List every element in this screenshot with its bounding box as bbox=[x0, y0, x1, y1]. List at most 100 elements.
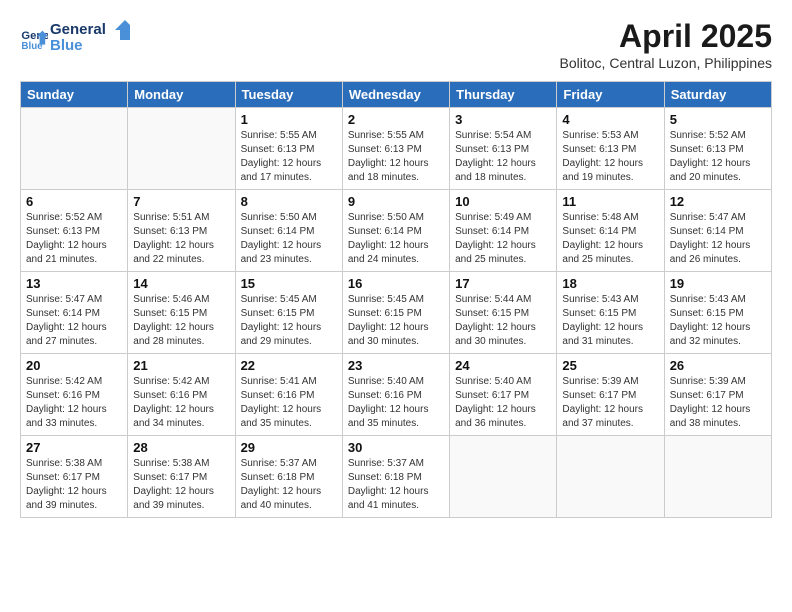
day-info: Sunrise: 5:51 AM Sunset: 6:13 PM Dayligh… bbox=[133, 211, 229, 267]
day-info: Sunrise: 5:45 AM Sunset: 6:15 PM Dayligh… bbox=[241, 293, 337, 349]
header-monday: Monday bbox=[128, 82, 235, 108]
day-number: 20 bbox=[26, 358, 122, 373]
table-row: 22 Sunrise: 5:41 AM Sunset: 6:16 PM Dayli… bbox=[235, 354, 342, 436]
day-number: 13 bbox=[26, 276, 122, 291]
table-row: 9Sunrise: 5:50 AM Sunset: 6:14 PM Daylig… bbox=[342, 190, 449, 272]
day-info: Sunrise: 5:39 AM Sunset: 6:17 PM Dayligh… bbox=[670, 375, 766, 431]
day-number: 22 bbox=[241, 358, 337, 373]
day-number: 23 bbox=[348, 358, 444, 373]
table-row: 23 Sunrise: 5:40 AM Sunset: 6:16 PM Dayli… bbox=[342, 354, 449, 436]
day-number: 4 bbox=[562, 112, 658, 127]
header-friday: Friday bbox=[557, 82, 664, 108]
logo-svg: General Blue bbox=[50, 18, 130, 54]
table-row: 6Sunrise: 5:52 AM Sunset: 6:13 PM Daylig… bbox=[21, 190, 128, 272]
logo: General Blue General Blue bbox=[20, 18, 130, 59]
day-info: Sunrise: 5:55 AM Sunset: 6:13 PM Dayligh… bbox=[348, 129, 444, 185]
table-row: 28 Sunrise: 5:38 AM Sunset: 6:17 PM Dayli… bbox=[128, 436, 235, 518]
day-number: 15 bbox=[241, 276, 337, 291]
day-number: 10 bbox=[455, 194, 551, 209]
day-info: Sunrise: 5:37 AM Sunset: 6:18 PM Dayligh… bbox=[241, 457, 337, 513]
day-info: Sunrise: 5:44 AM Sunset: 6:15 PM Dayligh… bbox=[455, 293, 551, 349]
header-thursday: Thursday bbox=[450, 82, 557, 108]
title-area: April 2025 Bolitoc, Central Luzon, Phili… bbox=[560, 18, 772, 71]
table-row: 12 Sunrise: 5:47 AM Sunset: 6:14 PM Dayli… bbox=[664, 190, 771, 272]
table-row: 8 Sunrise: 5:50 AM Sunset: 6:14 PM Daylig… bbox=[235, 190, 342, 272]
table-row bbox=[664, 436, 771, 518]
day-number: 17 bbox=[455, 276, 551, 291]
day-info: Sunrise: 5:45 AM Sunset: 6:15 PM Dayligh… bbox=[348, 293, 444, 349]
table-row: 16 Sunrise: 5:45 AM Sunset: 6:15 PM Dayli… bbox=[342, 272, 449, 354]
calendar-table: Sunday Monday Tuesday Wednesday Thursday… bbox=[20, 81, 772, 518]
table-row: 14 Sunrise: 5:46 AM Sunset: 6:15 PM Dayli… bbox=[128, 272, 235, 354]
day-info: Sunrise: 5:50 AM Sunset: 6:14 PM Dayligh… bbox=[241, 211, 337, 267]
day-info: Sunrise: 5:52 AM Sunset: 6:13 PM Dayligh… bbox=[670, 129, 766, 185]
day-number: 30 bbox=[348, 440, 444, 455]
day-info: Sunrise: 5:55 AM Sunset: 6:13 PM Dayligh… bbox=[241, 129, 337, 185]
day-number: 26 bbox=[670, 358, 766, 373]
day-info: Sunrise: 5:38 AM Sunset: 6:17 PM Dayligh… bbox=[26, 457, 122, 513]
calendar-week-row: 13 Sunrise: 5:47 AM Sunset: 6:14 PM Dayli… bbox=[21, 272, 772, 354]
day-info: Sunrise: 5:47 AM Sunset: 6:14 PM Dayligh… bbox=[670, 211, 766, 267]
calendar-week-row: 6Sunrise: 5:52 AM Sunset: 6:13 PM Daylig… bbox=[21, 190, 772, 272]
header-saturday: Saturday bbox=[664, 82, 771, 108]
day-number: 12 bbox=[670, 194, 766, 209]
day-info: Sunrise: 5:46 AM Sunset: 6:15 PM Dayligh… bbox=[133, 293, 229, 349]
table-row: 20 Sunrise: 5:42 AM Sunset: 6:16 PM Dayli… bbox=[21, 354, 128, 436]
table-row: 29 Sunrise: 5:37 AM Sunset: 6:18 PM Dayli… bbox=[235, 436, 342, 518]
calendar-week-row: 27 Sunrise: 5:38 AM Sunset: 6:17 PM Dayli… bbox=[21, 436, 772, 518]
day-info: Sunrise: 5:48 AM Sunset: 6:14 PM Dayligh… bbox=[562, 211, 658, 267]
day-info: Sunrise: 5:39 AM Sunset: 6:17 PM Dayligh… bbox=[562, 375, 658, 431]
table-row: 30 Sunrise: 5:37 AM Sunset: 6:18 PM Dayli… bbox=[342, 436, 449, 518]
day-info: Sunrise: 5:43 AM Sunset: 6:15 PM Dayligh… bbox=[562, 293, 658, 349]
table-row: 3 Sunrise: 5:54 AM Sunset: 6:13 PM Daylig… bbox=[450, 108, 557, 190]
calendar-week-row: 20 Sunrise: 5:42 AM Sunset: 6:16 PM Dayli… bbox=[21, 354, 772, 436]
day-info: Sunrise: 5:41 AM Sunset: 6:16 PM Dayligh… bbox=[241, 375, 337, 431]
day-info: Sunrise: 5:53 AM Sunset: 6:13 PM Dayligh… bbox=[562, 129, 658, 185]
subtitle: Bolitoc, Central Luzon, Philippines bbox=[560, 55, 772, 71]
day-number: 3 bbox=[455, 112, 551, 127]
day-number: 14 bbox=[133, 276, 229, 291]
day-number: 19 bbox=[670, 276, 766, 291]
header: General Blue General Blue April 2025 Bol… bbox=[20, 18, 772, 71]
day-number: 9 bbox=[348, 194, 444, 209]
day-number: 7 bbox=[133, 194, 229, 209]
day-number: 16 bbox=[348, 276, 444, 291]
svg-text:Blue: Blue bbox=[50, 37, 83, 54]
table-row: 18 Sunrise: 5:43 AM Sunset: 6:15 PM Dayli… bbox=[557, 272, 664, 354]
day-number: 21 bbox=[133, 358, 229, 373]
table-row: 26 Sunrise: 5:39 AM Sunset: 6:17 PM Dayli… bbox=[664, 354, 771, 436]
day-info: Sunrise: 5:40 AM Sunset: 6:17 PM Dayligh… bbox=[455, 375, 551, 431]
header-wednesday: Wednesday bbox=[342, 82, 449, 108]
day-info: Sunrise: 5:47 AM Sunset: 6:14 PM Dayligh… bbox=[26, 293, 122, 349]
table-row: 10Sunrise: 5:49 AM Sunset: 6:14 PM Dayli… bbox=[450, 190, 557, 272]
table-row: 25 Sunrise: 5:39 AM Sunset: 6:17 PM Dayli… bbox=[557, 354, 664, 436]
day-number: 28 bbox=[133, 440, 229, 455]
day-info: Sunrise: 5:37 AM Sunset: 6:18 PM Dayligh… bbox=[348, 457, 444, 513]
day-info: Sunrise: 5:38 AM Sunset: 6:17 PM Dayligh… bbox=[133, 457, 229, 513]
table-row bbox=[128, 108, 235, 190]
day-number: 5 bbox=[670, 112, 766, 127]
month-title: April 2025 bbox=[560, 18, 772, 55]
table-row: 1Sunrise: 5:55 AM Sunset: 6:13 PM Daylig… bbox=[235, 108, 342, 190]
day-info: Sunrise: 5:54 AM Sunset: 6:13 PM Dayligh… bbox=[455, 129, 551, 185]
header-tuesday: Tuesday bbox=[235, 82, 342, 108]
day-number: 27 bbox=[26, 440, 122, 455]
day-info: Sunrise: 5:43 AM Sunset: 6:15 PM Dayligh… bbox=[670, 293, 766, 349]
table-row: 4 Sunrise: 5:53 AM Sunset: 6:13 PM Daylig… bbox=[557, 108, 664, 190]
table-row: 11Sunrise: 5:48 AM Sunset: 6:14 PM Dayli… bbox=[557, 190, 664, 272]
table-row: 17 Sunrise: 5:44 AM Sunset: 6:15 PM Dayli… bbox=[450, 272, 557, 354]
table-row bbox=[557, 436, 664, 518]
day-info: Sunrise: 5:40 AM Sunset: 6:16 PM Dayligh… bbox=[348, 375, 444, 431]
calendar-header-row: Sunday Monday Tuesday Wednesday Thursday… bbox=[21, 82, 772, 108]
day-number: 18 bbox=[562, 276, 658, 291]
calendar-week-row: 1Sunrise: 5:55 AM Sunset: 6:13 PM Daylig… bbox=[21, 108, 772, 190]
table-row: 27 Sunrise: 5:38 AM Sunset: 6:17 PM Dayli… bbox=[21, 436, 128, 518]
header-sunday: Sunday bbox=[21, 82, 128, 108]
day-number: 29 bbox=[241, 440, 337, 455]
svg-text:General: General bbox=[50, 21, 106, 38]
table-row bbox=[450, 436, 557, 518]
day-info: Sunrise: 5:42 AM Sunset: 6:16 PM Dayligh… bbox=[26, 375, 122, 431]
day-number: 25 bbox=[562, 358, 658, 373]
day-number: 8 bbox=[241, 194, 337, 209]
table-row: 13 Sunrise: 5:47 AM Sunset: 6:14 PM Dayli… bbox=[21, 272, 128, 354]
